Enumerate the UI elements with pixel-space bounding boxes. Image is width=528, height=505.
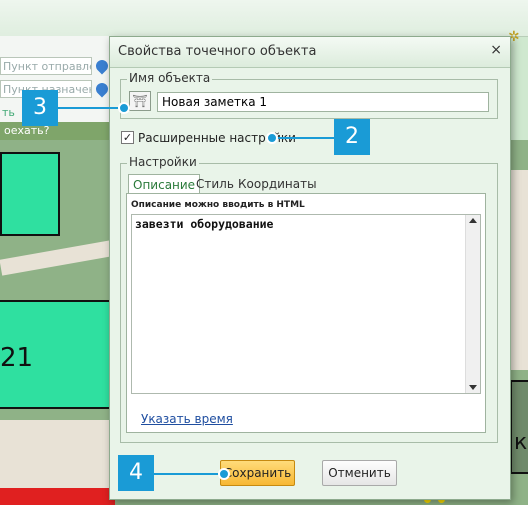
description-textarea[interactable]: завезти оборудование bbox=[131, 214, 481, 394]
callout-line bbox=[272, 137, 334, 139]
top-toolbar bbox=[0, 0, 528, 37]
callout-dot bbox=[218, 468, 230, 480]
route-link[interactable]: ть bbox=[2, 106, 15, 119]
set-time-link[interactable]: Указать время bbox=[141, 412, 233, 426]
road bbox=[508, 170, 528, 370]
callout-dot bbox=[118, 102, 130, 114]
settings-legend: Настройки bbox=[127, 155, 199, 169]
callout-line bbox=[58, 107, 124, 109]
object-name-input[interactable] bbox=[157, 92, 489, 112]
dialog-titlebar[interactable]: Свойства точечного объекта × bbox=[110, 37, 510, 68]
object-name-legend: Имя объекта bbox=[127, 71, 213, 85]
map-label: 21 bbox=[0, 343, 34, 373]
road bbox=[0, 420, 115, 490]
advanced-settings-checkbox[interactable]: ✓ bbox=[121, 131, 134, 144]
tab-description[interactable]: Описание bbox=[128, 174, 201, 195]
callout-dot bbox=[266, 132, 278, 144]
map-road-red bbox=[0, 488, 115, 505]
html-hint: Описание можно вводить в HTML bbox=[131, 200, 305, 210]
cancel-button[interactable]: Отменить bbox=[322, 460, 397, 486]
callout-badge-2: 2 bbox=[334, 119, 370, 155]
point-properties-dialog: Свойства точечного объекта × Имя объекта… bbox=[109, 36, 511, 500]
tab-coordinates[interactable]: Координаты bbox=[234, 174, 321, 194]
close-icon[interactable]: × bbox=[490, 42, 502, 58]
from-input[interactable]: Пункт отправления bbox=[0, 57, 92, 75]
scroll-up-icon[interactable] bbox=[469, 218, 477, 223]
object-name-group: Имя объекта ⛩ bbox=[120, 71, 498, 119]
map-label: к bbox=[514, 430, 528, 455]
building bbox=[510, 380, 528, 474]
scroll-down-icon[interactable] bbox=[469, 385, 477, 390]
description-text[interactable]: завезти оборудование bbox=[135, 217, 273, 231]
dialog-title: Свойства точечного объекта bbox=[118, 44, 317, 59]
callout-line bbox=[154, 473, 224, 475]
pin-icon bbox=[93, 80, 111, 98]
pin-icon bbox=[93, 57, 111, 75]
tab-style[interactable]: Стиль bbox=[192, 174, 238, 194]
callout-badge-4: 4 bbox=[118, 455, 154, 491]
callout-badge-3: 3 bbox=[22, 90, 58, 126]
save-button[interactable]: Сохранить bbox=[220, 460, 295, 486]
scrollbar[interactable] bbox=[465, 215, 480, 393]
object-icon[interactable]: ⛩ bbox=[129, 91, 151, 111]
description-panel: Описание можно вводить в HTML завезти об… bbox=[126, 193, 486, 433]
building bbox=[0, 152, 60, 236]
